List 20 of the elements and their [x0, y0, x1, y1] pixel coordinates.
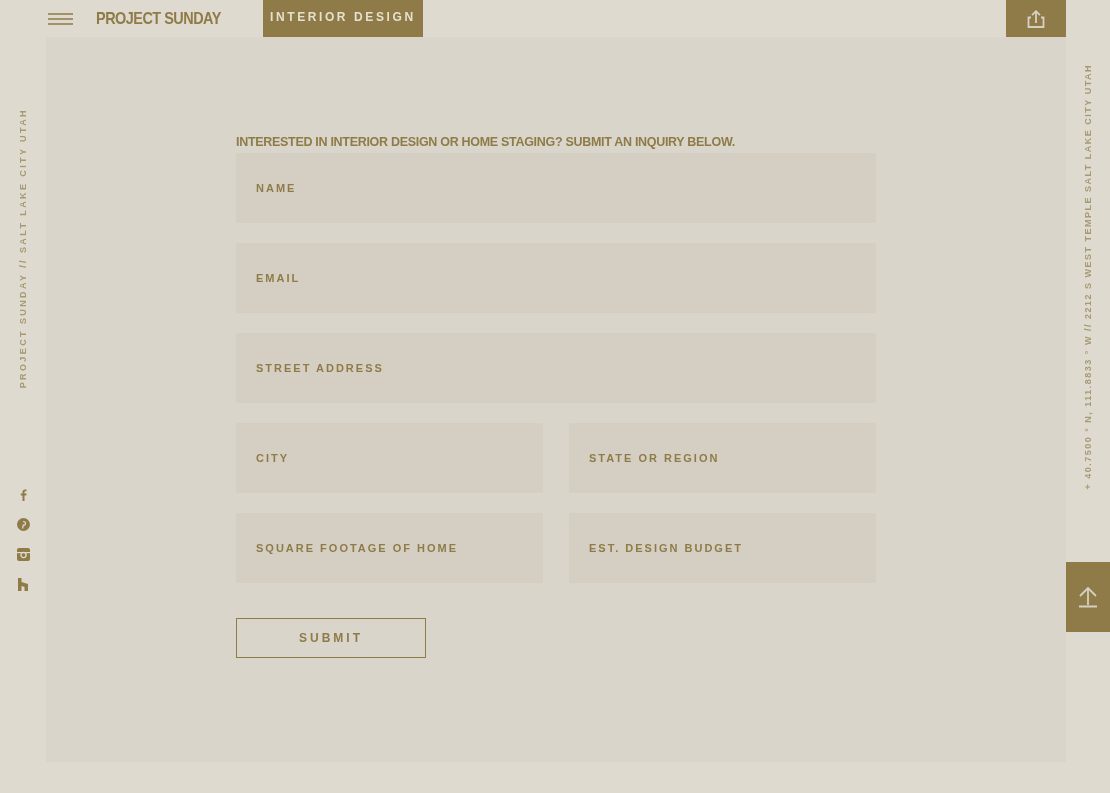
share-button[interactable]	[1006, 0, 1066, 37]
input-field[interactable]: CITY	[236, 423, 543, 493]
form-intro: INTERESTED IN INTERIOR DESIGN OR HOME STAGING? SUBMIT AN INQUIRY BELOW.	[236, 135, 736, 149]
facebook-icon[interactable]	[19, 489, 27, 502]
input-field[interactable]: STATE OR REGION	[569, 423, 876, 493]
menu-icon[interactable]	[48, 12, 73, 25]
share-icon	[1027, 9, 1045, 28]
camera-icon[interactable]	[16, 548, 30, 562]
address-text: + 40.7500 ° N, 111.8833 ° W // 2212 S WEST TEMPLE SALT LAKE CITY UTAH	[1083, 64, 1093, 490]
input-field[interactable]: NAME	[236, 153, 876, 223]
input-field[interactable]: STREET ADDRESS	[236, 333, 876, 403]
brand-logo[interactable]: PROJECT SUNDAY	[96, 8, 221, 29]
input-field[interactable]: EST. DESIGN BUDGET	[569, 513, 876, 583]
input-field[interactable]: EMAIL	[236, 243, 876, 313]
arrow-up-icon	[1078, 585, 1098, 608]
sidebar-tagline: PROJECT SUNDAY // SALT LAKE CITY UTAH	[18, 108, 28, 389]
back-to-top-button[interactable]	[1066, 561, 1110, 632]
section-tab[interactable]: INTERIOR DESIGN	[262, 0, 423, 37]
input-field[interactable]: SQUARE FOOTAGE OF HOME	[236, 513, 543, 583]
submit-button[interactable]: SUBMIT	[236, 618, 426, 658]
